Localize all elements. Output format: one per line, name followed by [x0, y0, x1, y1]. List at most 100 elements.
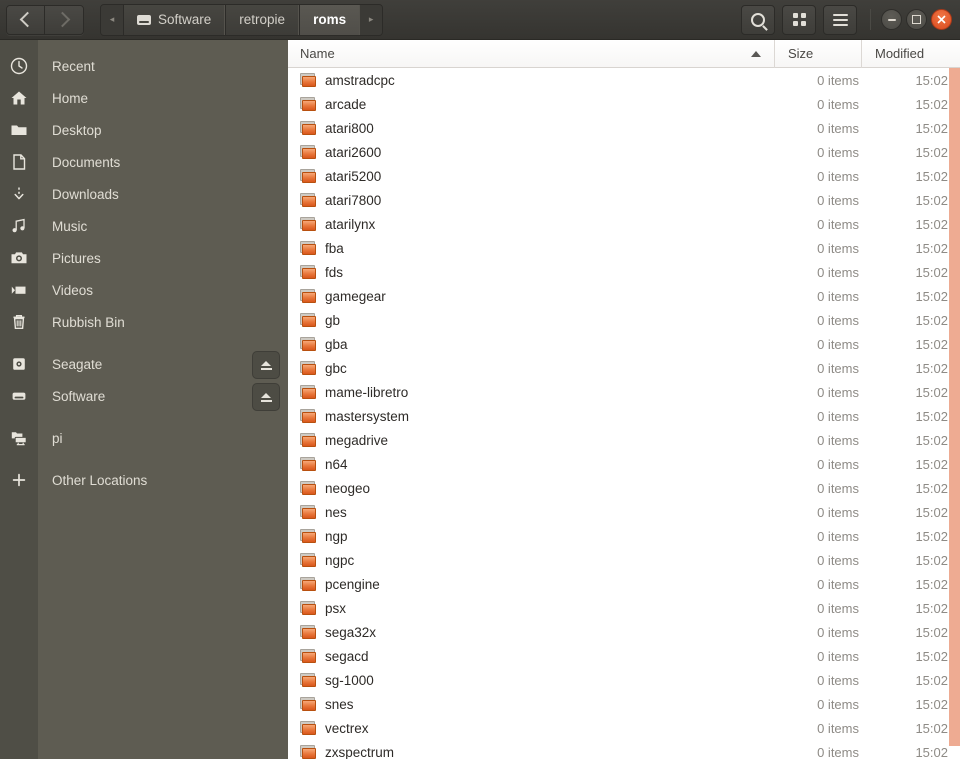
home-icon — [0, 89, 38, 107]
sidebar-item-pictures[interactable]: Pictures — [0, 242, 288, 274]
file-modified-cell: 15:02 — [915, 72, 948, 88]
breadcrumb-item-retropie[interactable]: retropie — [225, 4, 300, 35]
table-row[interactable]: psx 0 items 15:02 — [288, 596, 960, 620]
column-header-label: Name — [300, 46, 335, 61]
file-modified-cell: 15:02 — [915, 528, 948, 544]
table-row[interactable]: snes 0 items 15:02 — [288, 692, 960, 716]
file-manager-window: ◂ Software retropie roms ▸ Recent Home D… — [0, 0, 960, 759]
file-size-cell: 0 items — [817, 744, 859, 759]
sidebar-divider-gap — [0, 454, 288, 464]
menu-button[interactable] — [823, 4, 857, 35]
maximize-button[interactable] — [906, 9, 927, 30]
table-row[interactable]: n64 0 items 15:02 — [288, 452, 960, 476]
sidebar-item-other-locations[interactable]: Other Locations — [0, 464, 288, 496]
eject-bar-icon — [260, 367, 272, 370]
table-row[interactable]: fds 0 items 15:02 — [288, 260, 960, 284]
folder-icon — [300, 649, 317, 663]
file-name-label: ngp — [325, 528, 348, 544]
file-name-cell: ngp — [288, 529, 775, 544]
breadcrumb-next-button[interactable]: ▸ — [360, 4, 383, 35]
sidebar-item-videos[interactable]: Videos — [0, 274, 288, 306]
file-name-cell: nes — [288, 505, 775, 520]
view-options-button[interactable] — [782, 4, 816, 35]
file-modified-cell: 15:02 — [915, 648, 948, 664]
table-row[interactable]: gamegear 0 items 15:02 — [288, 284, 960, 308]
breadcrumb-prev-button[interactable]: ◂ — [101, 4, 123, 35]
sidebar-item-home[interactable]: Home — [0, 82, 288, 114]
file-name-cell: n64 — [288, 457, 775, 472]
table-row[interactable]: segacd 0 items 15:02 — [288, 644, 960, 668]
file-size-cell: 0 items — [817, 432, 859, 448]
file-name-cell: gbc — [288, 361, 775, 376]
sidebar-item-downloads[interactable]: Downloads — [0, 178, 288, 210]
sidebar-item-music[interactable]: Music — [0, 210, 288, 242]
file-modified-cell: 15:02 — [915, 576, 948, 592]
table-row[interactable]: zxspectrum 0 items 15:02 — [288, 740, 960, 759]
search-button[interactable] — [741, 4, 775, 35]
file-size-cell: 0 items — [817, 648, 859, 664]
hamburger-menu-icon — [832, 13, 848, 26]
table-row[interactable]: mastersystem 0 items 15:02 — [288, 404, 960, 428]
table-row[interactable]: pcengine 0 items 15:02 — [288, 572, 960, 596]
table-row[interactable]: megadrive 0 items 15:02 — [288, 428, 960, 452]
sidebar-item-label: Software — [52, 388, 106, 404]
folder-icon — [300, 385, 317, 399]
sidebar-item-desktop[interactable]: Desktop — [0, 114, 288, 146]
table-row[interactable]: atari5200 0 items 15:02 — [288, 164, 960, 188]
breadcrumb-item-roms[interactable]: roms — [299, 4, 361, 35]
sidebar-item-seagate[interactable]: Seagate — [0, 348, 288, 380]
table-row[interactable]: vectrex 0 items 15:02 — [288, 716, 960, 740]
sidebar-item-recent[interactable]: Recent — [0, 50, 288, 82]
sidebar-item-pi[interactable]: pi — [0, 422, 288, 454]
table-row[interactable]: sg-1000 0 items 15:02 — [288, 668, 960, 692]
file-modified-cell: 15:02 — [915, 720, 948, 736]
vertical-scrollbar[interactable] — [949, 68, 960, 759]
file-name-cell: atari2600 — [288, 145, 775, 160]
table-row[interactable]: atari2600 0 items 15:02 — [288, 140, 960, 164]
table-row[interactable]: atari7800 0 items 15:02 — [288, 188, 960, 212]
forward-button[interactable] — [45, 5, 83, 34]
eject-button-seagate[interactable] — [252, 351, 280, 379]
table-row[interactable]: amstradcpc 0 items 15:02 — [288, 68, 960, 92]
scrollbar-thumb[interactable] — [949, 68, 960, 746]
file-size-cell: 0 items — [817, 408, 859, 424]
sidebar-item-documents[interactable]: Documents — [0, 146, 288, 178]
table-row[interactable]: ngpc 0 items 15:02 — [288, 548, 960, 572]
sidebar-item-label: Videos — [52, 282, 94, 298]
sidebar-item-software[interactable]: Software — [0, 380, 288, 412]
file-modified-cell: 15:02 — [915, 432, 948, 448]
table-row[interactable]: atarilynx 0 items 15:02 — [288, 212, 960, 236]
file-modified-cell: 15:02 — [915, 192, 948, 208]
file-modified-cell: 15:02 — [915, 504, 948, 520]
back-button[interactable] — [7, 5, 45, 34]
table-row[interactable]: ngp 0 items 15:02 — [288, 524, 960, 548]
file-name-cell: vectrex — [288, 721, 775, 736]
sidebar-divider-gap — [0, 412, 288, 422]
close-button[interactable] — [931, 9, 952, 30]
chevron-right-icon — [54, 11, 71, 28]
sidebar-item-rubbish-bin[interactable]: Rubbish Bin — [0, 306, 288, 338]
column-header-size[interactable]: Size — [775, 40, 862, 68]
table-row[interactable]: fba 0 items 15:02 — [288, 236, 960, 260]
table-row[interactable]: neogeo 0 items 15:02 — [288, 476, 960, 500]
breadcrumb-item-software[interactable]: Software — [123, 4, 226, 35]
file-name-cell: snes — [288, 697, 775, 712]
download-icon — [0, 185, 38, 203]
table-row[interactable]: arcade 0 items 15:02 — [288, 92, 960, 116]
minimize-icon — [887, 18, 896, 21]
minimize-button[interactable] — [881, 9, 902, 30]
table-row[interactable]: gbc 0 items 15:02 — [288, 356, 960, 380]
column-header-modified[interactable]: Modified — [862, 40, 960, 68]
eject-button-software[interactable] — [252, 383, 280, 411]
table-row[interactable]: gb 0 items 15:02 — [288, 308, 960, 332]
folder-icon — [300, 697, 317, 711]
music-icon — [0, 217, 38, 235]
table-row[interactable]: mame-libretro 0 items 15:02 — [288, 380, 960, 404]
table-row[interactable]: gba 0 items 15:02 — [288, 332, 960, 356]
table-row[interactable]: nes 0 items 15:02 — [288, 500, 960, 524]
file-name-label: gamegear — [325, 288, 386, 304]
table-row[interactable]: atari800 0 items 15:02 — [288, 116, 960, 140]
folder-icon — [300, 121, 317, 135]
table-row[interactable]: sega32x 0 items 15:02 — [288, 620, 960, 644]
column-header-name[interactable]: Name — [288, 40, 775, 68]
